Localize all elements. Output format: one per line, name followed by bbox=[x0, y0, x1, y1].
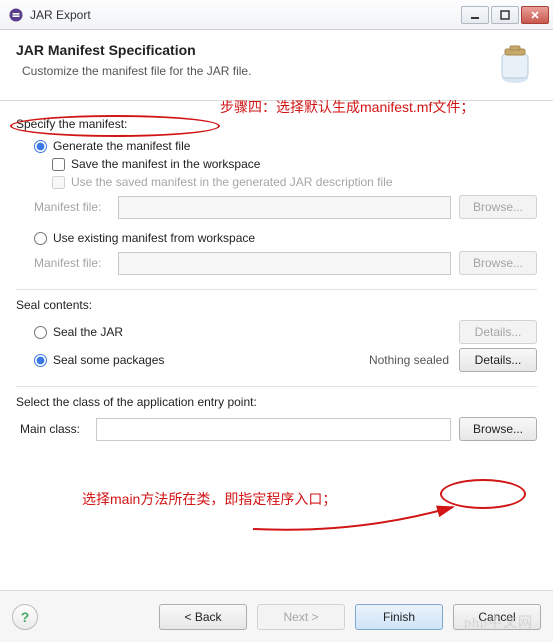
help-button[interactable]: ? bbox=[12, 604, 38, 630]
jar-icon bbox=[493, 42, 537, 86]
main-class-browse-button[interactable]: Browse... bbox=[459, 417, 537, 441]
specify-manifest-label: Specify the manifest: bbox=[16, 117, 537, 131]
use-existing-manifest-row[interactable]: Use existing manifest from workspace bbox=[34, 231, 537, 245]
window-title: JAR Export bbox=[30, 8, 461, 22]
seal-jar-details-button: Details... bbox=[459, 320, 537, 344]
annotation-ellipse-browse bbox=[440, 479, 526, 509]
page-title: JAR Manifest Specification bbox=[16, 42, 481, 58]
close-button[interactable] bbox=[521, 6, 549, 24]
wizard-header: JAR Manifest Specification Customize the… bbox=[0, 30, 553, 101]
use-saved-manifest-checkbox bbox=[52, 176, 65, 189]
separator-1 bbox=[16, 289, 537, 290]
nothing-sealed-text: Nothing sealed bbox=[369, 353, 449, 367]
manifest-file-input-2 bbox=[118, 252, 451, 275]
manifest-file-label-2: Manifest file: bbox=[34, 256, 110, 270]
main-class-label: Main class: bbox=[20, 422, 88, 436]
generate-manifest-label: Generate the manifest file bbox=[53, 139, 190, 153]
main-class-input[interactable] bbox=[96, 418, 451, 441]
page-subtitle: Customize the manifest file for the JAR … bbox=[22, 64, 481, 78]
wizard-footer: ? < Back Next > Finish Cancel bbox=[0, 590, 553, 642]
maximize-button[interactable] bbox=[491, 6, 519, 24]
annotation-mainclass: 选择main方法所在类，即指定程序入口； bbox=[82, 489, 336, 509]
use-saved-manifest-row: Use the saved manifest in the generated … bbox=[52, 175, 537, 189]
annotation-arrow bbox=[248, 499, 468, 539]
use-existing-manifest-label: Use existing manifest from workspace bbox=[53, 231, 255, 245]
manifest-browse-button-1: Browse... bbox=[459, 195, 537, 219]
generate-manifest-row[interactable]: Generate the manifest file bbox=[34, 139, 537, 153]
entry-point-label: Select the class of the application entr… bbox=[16, 395, 537, 409]
seal-some-radio[interactable] bbox=[34, 354, 47, 367]
save-manifest-checkbox[interactable] bbox=[52, 158, 65, 171]
save-manifest-row[interactable]: Save the manifest in the workspace bbox=[52, 157, 537, 171]
seal-contents-label: Seal contents: bbox=[16, 298, 537, 312]
back-button[interactable]: < Back bbox=[159, 604, 247, 630]
seal-jar-radio[interactable] bbox=[34, 326, 47, 339]
manifest-browse-button-2: Browse... bbox=[459, 251, 537, 275]
use-existing-manifest-radio[interactable] bbox=[34, 232, 47, 245]
seal-some-label: Seal some packages bbox=[53, 353, 164, 367]
use-saved-manifest-label: Use the saved manifest in the generated … bbox=[71, 175, 393, 189]
window-controls bbox=[461, 6, 549, 24]
separator-2 bbox=[16, 386, 537, 387]
manifest-file-row-2: Manifest file: Browse... bbox=[34, 251, 537, 275]
seal-jar-row[interactable]: Seal the JAR Details... bbox=[34, 320, 537, 344]
next-button: Next > bbox=[257, 604, 345, 630]
manifest-file-label-1: Manifest file: bbox=[34, 200, 110, 214]
save-manifest-label: Save the manifest in the workspace bbox=[71, 157, 260, 171]
wizard-content: Specify the manifest: Generate the manif… bbox=[0, 101, 553, 441]
manifest-file-row-1: Manifest file: Browse... bbox=[34, 195, 537, 219]
main-class-row: Main class: Browse... bbox=[20, 417, 537, 441]
cancel-button[interactable]: Cancel bbox=[453, 604, 541, 630]
app-icon bbox=[8, 7, 24, 23]
seal-jar-label: Seal the JAR bbox=[53, 325, 123, 339]
minimize-button[interactable] bbox=[461, 6, 489, 24]
generate-manifest-radio[interactable] bbox=[34, 140, 47, 153]
seal-some-details-button[interactable]: Details... bbox=[459, 348, 537, 372]
finish-button[interactable]: Finish bbox=[355, 604, 443, 630]
seal-some-row[interactable]: Seal some packages Nothing sealed Detail… bbox=[34, 348, 537, 372]
manifest-file-input-1 bbox=[118, 196, 451, 219]
title-bar: JAR Export bbox=[0, 0, 553, 30]
